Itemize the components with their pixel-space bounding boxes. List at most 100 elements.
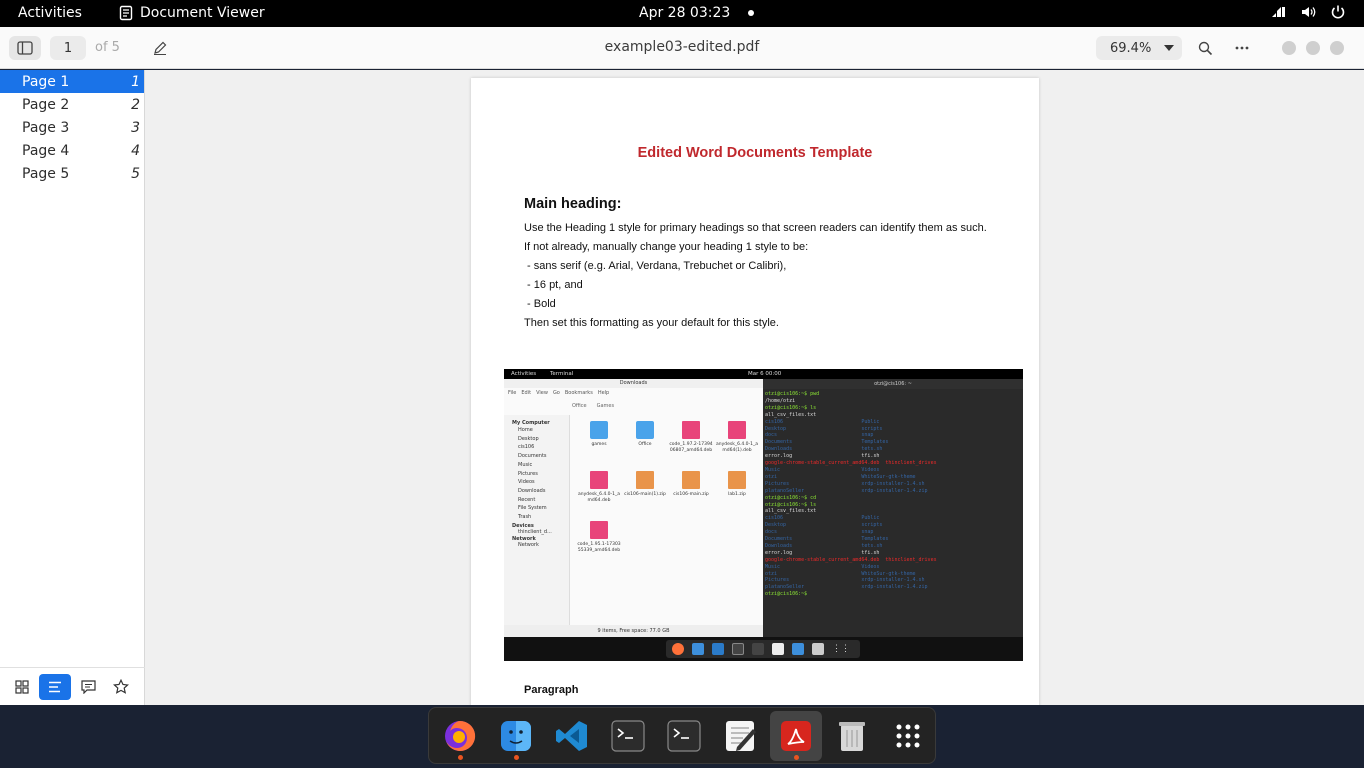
fm-file-item: Office (622, 421, 668, 471)
header-bar: 1 of 5 example03-edited.pdf 69.4% (0, 27, 1364, 69)
sidebar-toggle-button[interactable] (9, 36, 41, 60)
dock-files[interactable] (490, 711, 542, 761)
outline-item-page-number: 5 (131, 165, 140, 182)
apps-grid-icon (896, 724, 920, 747)
outline-item[interactable]: Page 1 1 (0, 70, 144, 93)
fm-file-item: cis106-main(1).zip (622, 471, 668, 521)
dock-show-apps[interactable] (882, 711, 934, 761)
activities-button[interactable]: Activities (18, 5, 82, 21)
outline-item-page-number: 4 (131, 142, 140, 159)
comment-icon (80, 679, 96, 694)
outline-item[interactable]: Page 2 2 (0, 93, 144, 116)
term-line: otzi@cis106:~$ pwd (765, 391, 820, 397)
tab-outline[interactable] (39, 673, 71, 700)
tab-thumbnails[interactable] (6, 674, 38, 700)
term-line: Pictures xrdp-installer-1.4.sh (765, 577, 925, 584)
minimize-button[interactable] (1282, 41, 1296, 55)
fm-pathbar: Office Games (572, 403, 614, 409)
fm-file-item: anydesk_6.4.0-1_amd64(1).deb (714, 421, 760, 471)
screenshot-file-manager: Downloads File Edit View Go Bookmarks Help Of… (504, 379, 763, 637)
fm-menu-item: View (536, 390, 548, 396)
app-name: Document Viewer (140, 5, 265, 21)
running-indicator (514, 754, 519, 760)
zoom-selector[interactable]: 69.4% (1096, 36, 1182, 60)
fm-sidebar-header: My Computer (512, 420, 550, 426)
dock-document-viewer[interactable] (770, 710, 822, 761)
dock-trash[interactable] (826, 711, 878, 761)
deb-icon (728, 421, 746, 439)
dock-terminal-2[interactable] (658, 711, 710, 761)
close-button[interactable] (1330, 41, 1344, 55)
dock-terminal[interactable] (602, 711, 654, 761)
running-indicator (458, 754, 463, 760)
document-view[interactable]: Edited Word Documents Template Main head… (145, 70, 1364, 705)
term-line: cis106 Public (765, 418, 880, 425)
chevron-down-icon (1164, 45, 1174, 51)
top-bar: Activities Document Viewer Apr 28 03:23 (0, 0, 1364, 27)
mini-files2-icon (792, 643, 804, 655)
outline-item-label: Page 1 (22, 73, 70, 90)
sidebar: Page 1 1 Page 2 2 Page 3 3 Page 4 4 Page 5 5 (0, 70, 145, 705)
fm-place: Recent (518, 496, 536, 503)
term-line: Pictures xrdp-installer-1.4.sh (765, 480, 925, 487)
terminal-icon (667, 719, 701, 752)
fm-place: cis106 (518, 444, 535, 451)
dock (428, 707, 936, 764)
term-title: otzi@cis106: ~ (763, 379, 1023, 389)
screenshot-terminal: otzi@cis106: ~ otzi@cis106:~$ pwd/home/o… (763, 379, 1023, 637)
term-line: cis106 Public (765, 515, 880, 522)
fm-menu-item: Bookmarks (564, 390, 593, 396)
fm-place: Home (518, 427, 533, 433)
fm-file-item: games (576, 421, 622, 471)
fm-path-segment: Office (572, 403, 587, 409)
outline-item[interactable]: Page 4 4 (0, 139, 144, 162)
tab-annotations[interactable] (72, 674, 104, 700)
document-viewer-icon (119, 5, 133, 21)
fm-place: Music (518, 461, 533, 468)
search-button[interactable] (1192, 36, 1218, 60)
fm-file-item: code_1.97.2-1739406807_amd64.deb (668, 421, 714, 471)
network-icon (1272, 7, 1285, 17)
clock[interactable]: Apr 28 03:23 (639, 5, 730, 21)
vscode-icon (556, 720, 587, 751)
dock-firefox[interactable] (434, 711, 486, 761)
fm-file-name: lab1.zip (728, 492, 746, 497)
fm-place: Desktop (518, 435, 539, 442)
page-number-input[interactable]: 1 (50, 36, 86, 60)
mini-vscode-icon (712, 643, 724, 655)
fm-file-name: code_1.95.1-1730355339_amd64.deb (577, 542, 621, 553)
system-tray[interactable] (1270, 4, 1346, 20)
term-line: Music Videos (765, 563, 880, 570)
fm-path-segment: Games (596, 403, 615, 409)
more-icon (1235, 46, 1249, 50)
text-editor-icon (726, 720, 756, 751)
volume-icon (1302, 7, 1316, 17)
term-line: google-chrome-stable_current_amd64.deb t… (765, 556, 937, 563)
mini-files-icon (692, 643, 704, 655)
fm-place: File System (518, 505, 547, 512)
term-line: Documents Templates (765, 439, 889, 446)
outline-item[interactable]: Page 5 5 (0, 162, 144, 185)
fm-place: Videos (518, 479, 535, 486)
body-line: - 16 pt, and (524, 279, 583, 291)
fm-file-name: anydesk_6.4.0-1_amd64.deb (577, 492, 621, 503)
fm-menu-item: Go (552, 390, 560, 396)
grid-icon (15, 679, 29, 694)
mini-editor-icon (772, 643, 784, 655)
trash-icon (839, 721, 865, 751)
fm-network-header: Network (512, 535, 536, 542)
main-menu-button[interactable] (1228, 36, 1256, 60)
outline-item[interactable]: Page 3 3 (0, 116, 144, 139)
tab-bookmarks[interactable] (105, 674, 137, 700)
annotate-button[interactable] (146, 36, 174, 60)
dock-vscode[interactable] (546, 711, 598, 761)
body-line: - sans serif (e.g. Arial, Verdana, Trebu… (524, 260, 787, 272)
fm-network: Network (518, 541, 539, 548)
power-icon (1331, 5, 1345, 19)
dock-text-editor[interactable] (714, 711, 766, 761)
maximize-button[interactable] (1306, 41, 1320, 55)
app-menu[interactable]: Document Viewer (118, 5, 265, 21)
fm-place: Downloads (518, 487, 546, 494)
embedded-screenshot: Activities Terminal Mar 6 00:00 Download… (504, 369, 1023, 661)
term-line: otzi WhiteSur-gtk-theme (765, 570, 916, 577)
